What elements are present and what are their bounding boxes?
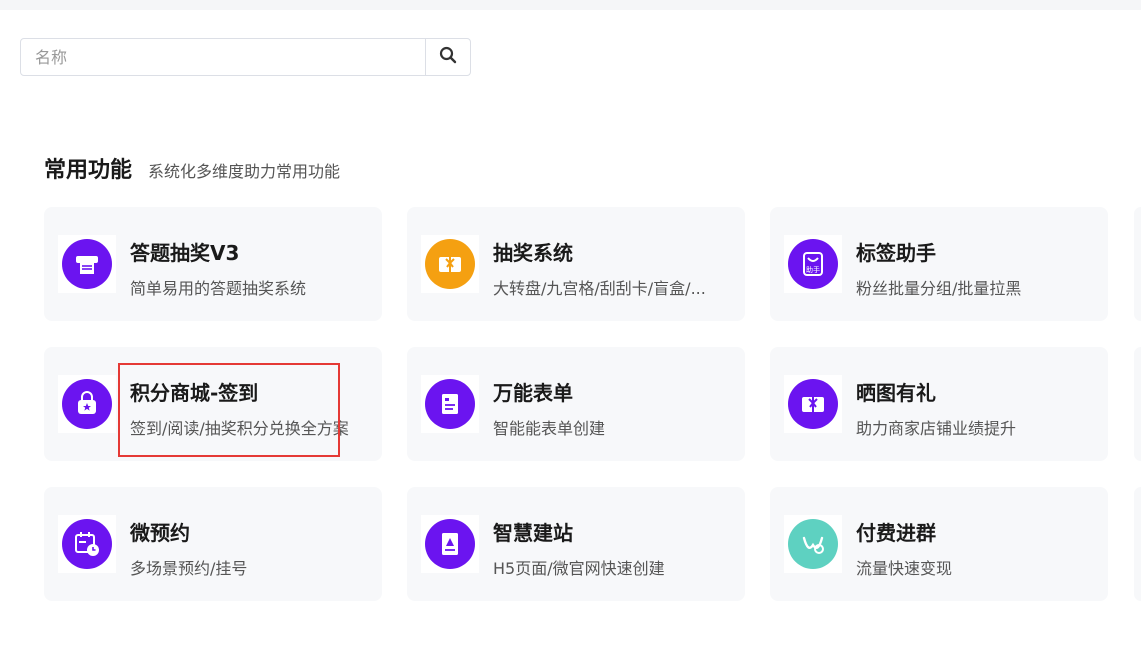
search-input[interactable] [21,39,425,75]
top-bar [0,0,1141,10]
search-button[interactable] [425,39,470,75]
card-description: 流量快速变现 [856,559,953,578]
card-title: 微预约 [130,521,190,545]
partial-card [1134,207,1141,321]
card-description: 智能能表单创建 [493,419,606,438]
feature-card-micro-booking[interactable]: 微预约 多场景预约/挂号 [44,487,382,601]
card-title: 智慧建站 [493,521,573,545]
feature-card-paid-group[interactable]: 付费进群 流量快速变现 [770,487,1108,601]
card-icon-frame [58,375,116,433]
card-title: 抽奖系统 [493,241,573,265]
search-box [20,38,471,76]
card-title: 付费进群 [856,521,936,545]
card-description: 简单易用的答题抽奖系统 [130,279,307,298]
card-title: 标签助手 [856,241,936,265]
printer-icon [62,239,112,289]
feature-card-quiz-lottery[interactable]: 答题抽奖V3 简单易用的答题抽奖系统 [44,207,382,321]
feature-card-universal-form[interactable]: 万能表单 智能能表单创建 [407,347,745,461]
icon-helper-text: 助手 [806,265,820,274]
card-icon-frame [421,375,479,433]
section-header: 常用功能 系统化多维度助力常用功能 [44,152,340,184]
card-icon-frame [784,515,842,573]
section-title: 常用功能 [44,158,133,183]
site-page-icon [425,519,475,569]
card-icon-frame [58,515,116,573]
card-icon-frame [58,235,116,293]
card-description: 多场景预约/挂号 [130,559,248,578]
feature-card-points-mall[interactable]: 积分商城-签到 签到/阅读/抽奖积分兑换全方案 [44,347,382,461]
gift-card-icon [788,379,838,429]
group-logo-icon [788,519,838,569]
gift-card-icon [425,239,475,289]
feature-card-photo-gift[interactable]: 晒图有礼 助力商家店铺业绩提升 [770,347,1108,461]
card-icon-frame [421,235,479,293]
card-description: 粉丝批量分组/批量拉黑 [856,279,1022,298]
card-title: 晒图有礼 [856,381,936,405]
card-description: 大转盘/九宫格/刮刮卡/盲盒/... [493,279,706,298]
partial-card [1134,487,1141,601]
feature-card-smart-site[interactable]: 智慧建站 H5页面/微官网快速创建 [407,487,745,601]
card-icon-frame [784,375,842,433]
card-title: 积分商城-签到 [130,381,259,405]
shopping-bag-icon [62,379,112,429]
partial-card [1134,347,1141,461]
form-icon [425,379,475,429]
feature-card-lottery[interactable]: 抽奖系统 大转盘/九宫格/刮刮卡/盲盒/... [407,207,745,321]
helper-bag-icon: 助手 [788,239,838,289]
calendar-clock-icon [62,519,112,569]
card-title: 答题抽奖V3 [130,241,240,265]
card-icon-frame: 助手 [784,235,842,293]
section-subtitle: 系统化多维度助力常用功能 [148,162,341,181]
card-description: 助力商家店铺业绩提升 [856,419,1017,438]
feature-card-tag-helper[interactable]: 助手 标签助手 粉丝批量分组/批量拉黑 [770,207,1108,321]
search-icon [439,46,457,68]
card-title: 万能表单 [493,381,573,405]
card-description: 签到/阅读/抽奖积分兑换全方案 [130,419,349,438]
card-icon-frame [421,515,479,573]
card-description: H5页面/微官网快速创建 [493,559,665,578]
